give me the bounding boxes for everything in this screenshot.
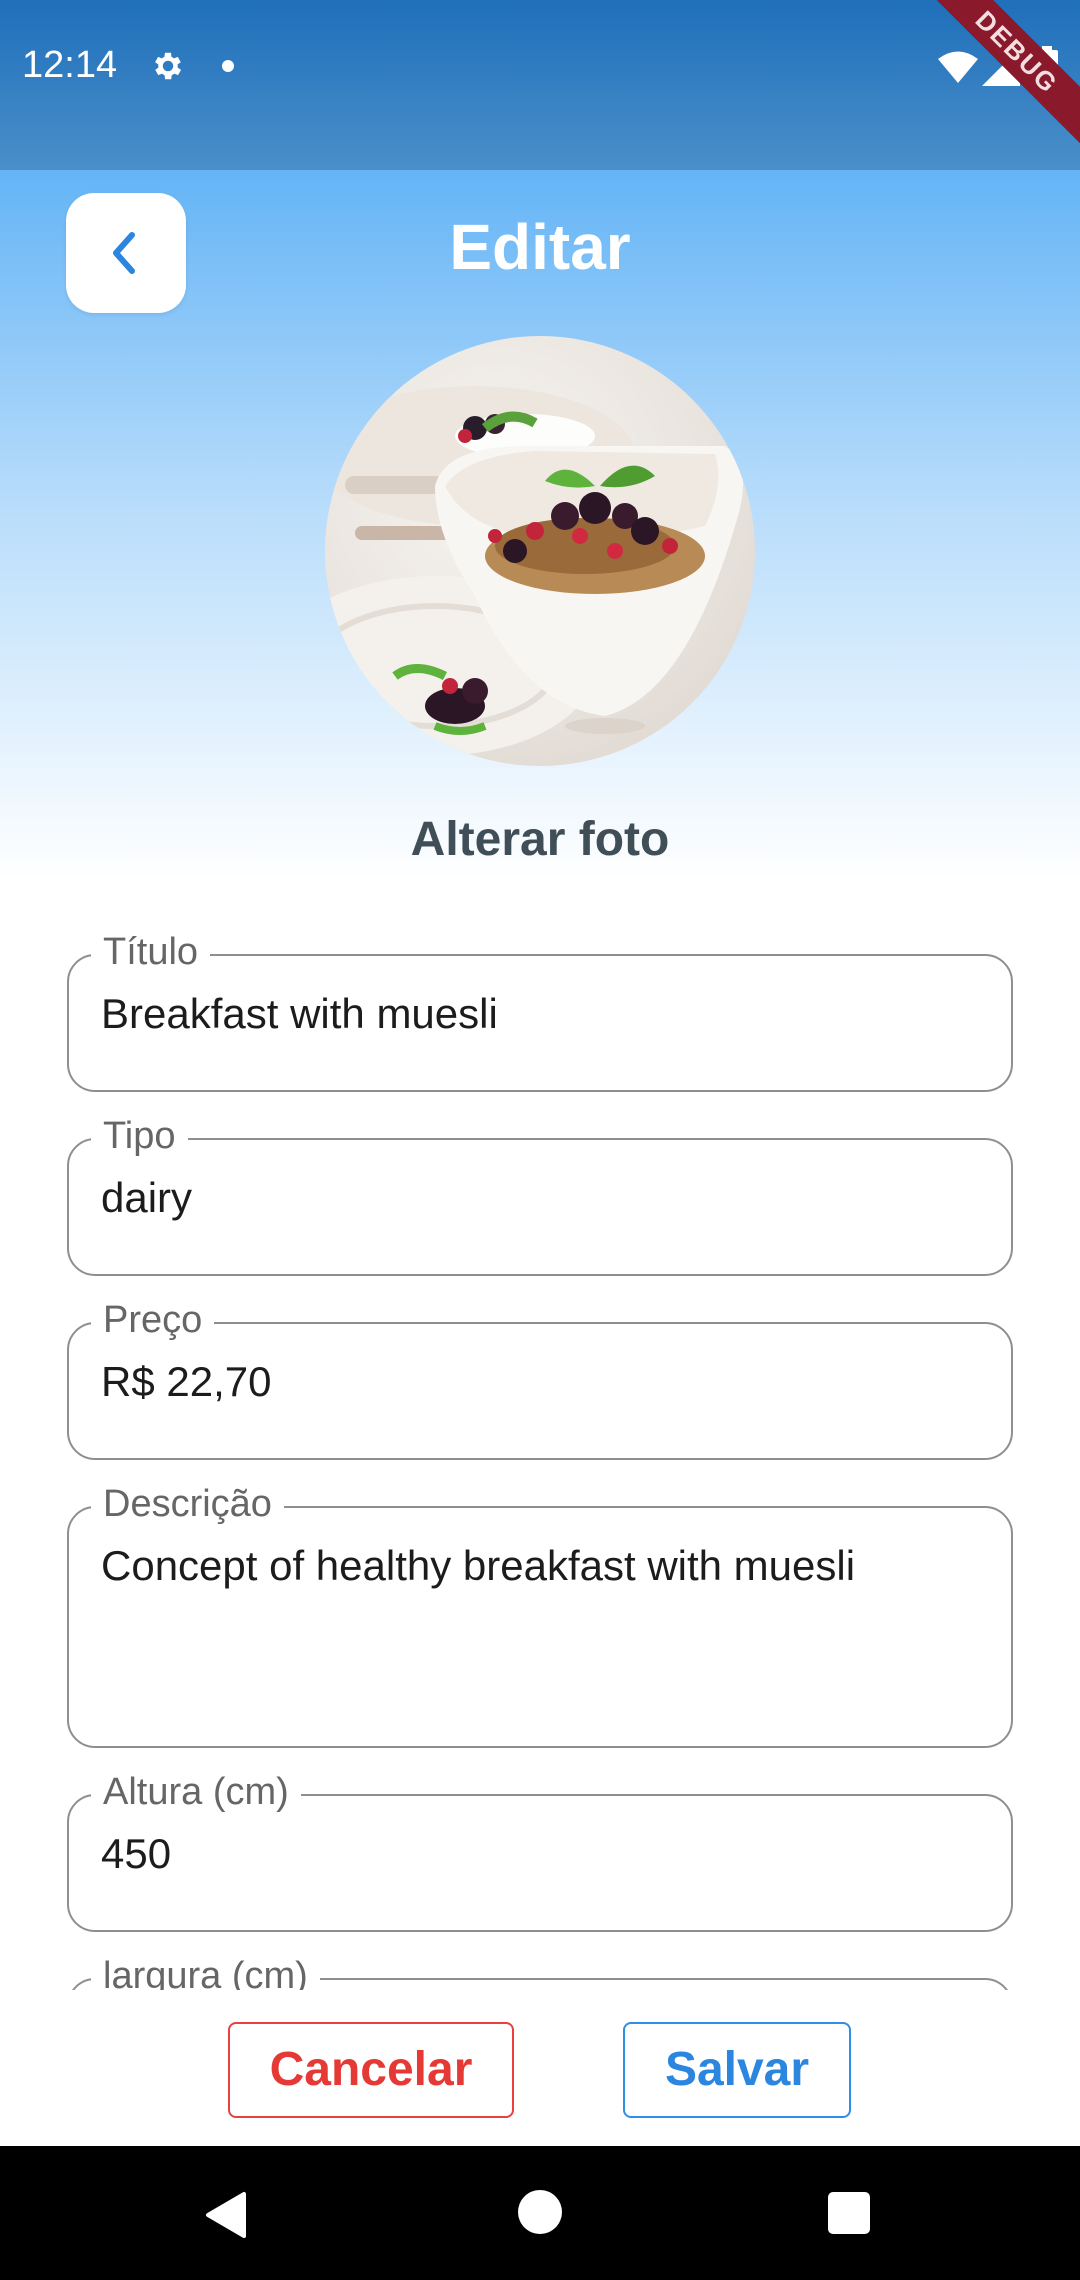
product-photo[interactable] bbox=[325, 336, 755, 766]
nav-home-icon[interactable] bbox=[518, 2190, 562, 2234]
description-field-value[interactable]: Concept of healthy breakfast with muesli bbox=[101, 1542, 855, 1590]
height-field-value[interactable]: 450 bbox=[101, 1830, 171, 1878]
edit-form: Título Breakfast with muesli Tipo dairy … bbox=[0, 930, 1080, 1990]
height-field[interactable]: Altura (cm) 450 bbox=[67, 1770, 1013, 1932]
title-field[interactable]: Título Breakfast with muesli bbox=[67, 930, 1013, 1092]
notification-dot-icon bbox=[222, 60, 234, 72]
title-field-label: Título bbox=[91, 930, 211, 974]
save-button[interactable]: Salvar bbox=[623, 2022, 851, 2118]
type-field-value[interactable]: dairy bbox=[101, 1174, 192, 1222]
change-photo-link[interactable]: Alterar foto bbox=[0, 812, 1080, 867]
title-field-value[interactable]: Breakfast with muesli bbox=[101, 990, 498, 1038]
nav-recents-icon[interactable] bbox=[828, 2192, 870, 2234]
status-bar: 12:14 DEBUG bbox=[0, 0, 1080, 170]
cancel-button[interactable]: Cancelar bbox=[228, 2022, 514, 2118]
gear-icon bbox=[155, 52, 182, 80]
edit-screen: 12:14 DEBUG Editar Alterar foto Título B… bbox=[0, 0, 1080, 2280]
breakfast-muesli-photo bbox=[325, 386, 743, 756]
price-field-value[interactable]: R$ 22,70 bbox=[101, 1358, 271, 1406]
type-field[interactable]: Tipo dairy bbox=[67, 1114, 1013, 1276]
width-field[interactable]: largura (cm) bbox=[67, 1954, 1013, 1990]
price-field-label: Preço bbox=[91, 1298, 215, 1342]
status-time: 12:14 bbox=[22, 44, 118, 86]
description-field-label: Descrição bbox=[91, 1482, 284, 1526]
width-field-label: largura (cm) bbox=[91, 1954, 320, 1990]
description-field[interactable]: Descrição Concept of healthy breakfast w… bbox=[67, 1482, 1013, 1748]
system-nav-bar bbox=[0, 2146, 1080, 2280]
height-field-label: Altura (cm) bbox=[91, 1770, 301, 1814]
type-field-label: Tipo bbox=[91, 1114, 188, 1158]
wifi-icon bbox=[938, 51, 978, 83]
price-field[interactable]: Preço R$ 22,70 bbox=[67, 1298, 1013, 1460]
page-title: Editar bbox=[449, 211, 631, 283]
nav-back-icon[interactable] bbox=[202, 2190, 252, 2240]
action-bar: Cancelar Salvar bbox=[0, 1990, 1080, 2146]
